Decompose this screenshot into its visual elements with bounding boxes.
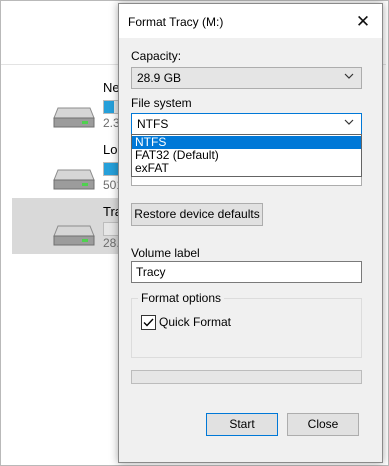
- drive-item[interactable]: Ne 2.3: [12, 80, 125, 136]
- close-button[interactable]: Close: [287, 413, 359, 436]
- drive-item[interactable]: Loc 501: [12, 142, 125, 198]
- filesystem-label: File system: [131, 96, 192, 110]
- volume-label-label: Volume label: [131, 246, 200, 260]
- format-dialog: Format Tracy (M:) ✕ Capacity: 28.9 GB Fi…: [118, 3, 383, 463]
- capacity-value: 28.9 GB: [137, 71, 182, 85]
- chevron-down-icon: [344, 119, 354, 125]
- quick-format-label: Quick Format: [159, 315, 232, 329]
- capacity-label: Capacity:: [131, 49, 182, 63]
- filesystem-value: NTFS: [137, 117, 169, 131]
- checkmark-icon: [143, 318, 154, 327]
- format-options-title: Format options: [138, 291, 225, 305]
- filesystem-option[interactable]: exFAT: [132, 162, 361, 175]
- drive-icon: [53, 107, 95, 128]
- drive-usage-fill: [104, 163, 118, 175]
- filesystem-select[interactable]: NTFS: [131, 113, 362, 135]
- dialog-titlebar[interactable]: Format Tracy (M:) ✕: [119, 4, 382, 38]
- volume-label-input[interactable]: Tracy: [131, 261, 362, 283]
- close-icon[interactable]: ✕: [352, 12, 374, 32]
- format-options-group: Format options Quick Format: [131, 291, 362, 358]
- drive-icon: [53, 169, 95, 190]
- start-button[interactable]: Start: [206, 413, 278, 436]
- quick-format-checkbox[interactable]: [141, 315, 156, 330]
- chevron-down-icon: [344, 73, 354, 79]
- drive-icon: [53, 225, 95, 246]
- restore-defaults-button[interactable]: Restore device defaults: [131, 203, 263, 226]
- format-progress-bar: [131, 370, 362, 384]
- drive-item-selected[interactable]: Tra 28.: [12, 198, 125, 254]
- capacity-select[interactable]: 28.9 GB: [131, 67, 362, 89]
- volume-label-value: Tracy: [136, 265, 166, 279]
- filesystem-dropdown: NTFS FAT32 (Default) exFAT: [131, 134, 362, 177]
- dialog-title: Format Tracy (M:): [128, 15, 224, 29]
- drive-usage-fill: [104, 101, 114, 113]
